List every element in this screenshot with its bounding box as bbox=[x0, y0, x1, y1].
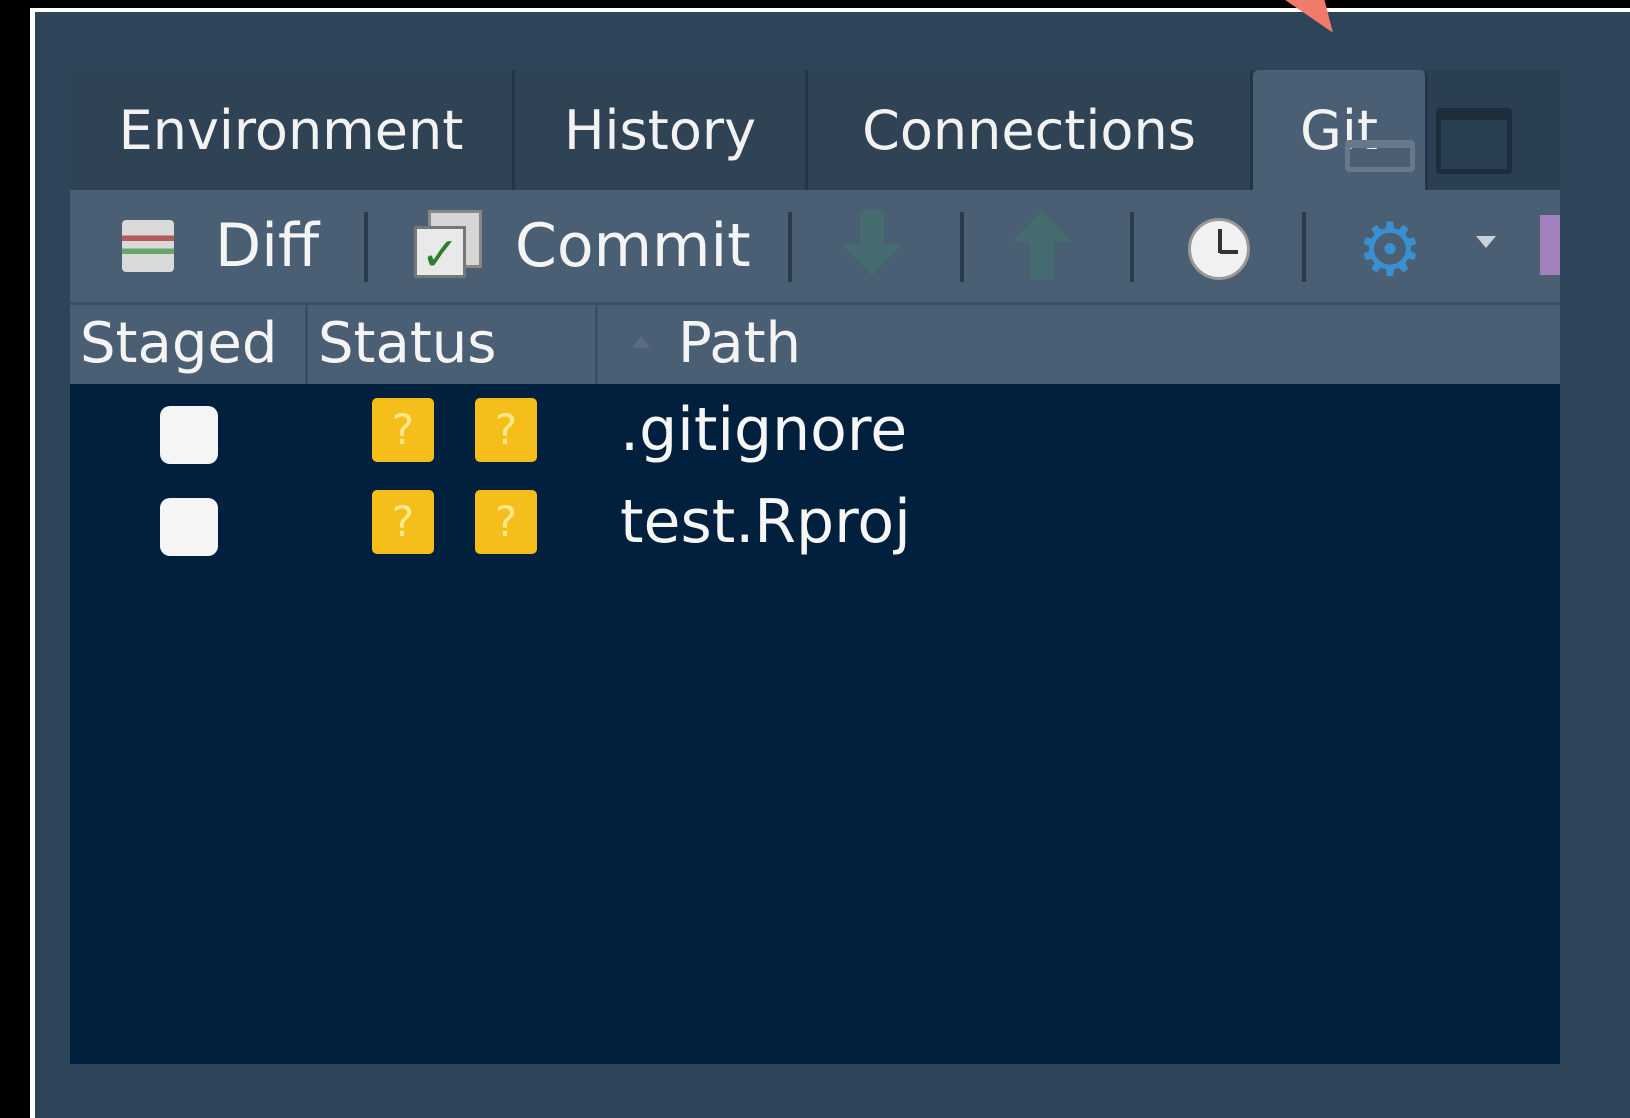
status-badge: ? bbox=[372, 398, 434, 462]
file-path: .gitignore bbox=[620, 395, 908, 465]
table-row[interactable]: ? ? .gitignore bbox=[70, 384, 1560, 476]
column-header-status[interactable]: Status bbox=[308, 302, 598, 384]
pane-bottom-border bbox=[35, 1064, 1630, 1118]
diff-icon bbox=[122, 220, 174, 272]
tab-connections[interactable]: Connections bbox=[808, 70, 1253, 190]
diff-button[interactable]: Diff bbox=[215, 190, 319, 302]
status-badge: ? bbox=[372, 490, 434, 554]
toolbar-separator bbox=[788, 212, 792, 282]
column-header-path[interactable]: Path bbox=[598, 302, 1560, 384]
toolbar-separator bbox=[960, 212, 964, 282]
column-header-staged[interactable]: Staged bbox=[70, 302, 308, 384]
table-row[interactable]: ? ? test.Rproj bbox=[70, 476, 1560, 568]
history-icon[interactable] bbox=[1188, 218, 1250, 280]
minimize-pane-button[interactable] bbox=[1345, 140, 1415, 172]
staged-checkbox[interactable] bbox=[160, 406, 218, 464]
branch-icon[interactable] bbox=[1540, 215, 1560, 275]
pull-icon[interactable] bbox=[842, 210, 902, 280]
toolbar-separator bbox=[1130, 212, 1134, 282]
push-icon[interactable] bbox=[1012, 210, 1072, 280]
commit-button[interactable]: Commit bbox=[515, 190, 751, 302]
chevron-down-icon[interactable] bbox=[1476, 236, 1496, 248]
status-badge: ? bbox=[475, 398, 537, 462]
tab-history[interactable]: History bbox=[515, 70, 808, 190]
file-path: test.Rproj bbox=[620, 487, 911, 557]
commit-icon: ✓ bbox=[414, 210, 482, 279]
status-badge: ? bbox=[475, 490, 537, 554]
maximize-pane-button[interactable] bbox=[1436, 108, 1512, 174]
staged-checkbox[interactable] bbox=[160, 498, 218, 556]
tab-git[interactable]: Git bbox=[1253, 70, 1428, 190]
gear-icon[interactable]: ⚙ bbox=[1350, 210, 1430, 290]
tab-environment[interactable]: Environment bbox=[70, 70, 515, 190]
toolbar-separator bbox=[1302, 212, 1306, 282]
toolbar-separator bbox=[364, 212, 368, 282]
